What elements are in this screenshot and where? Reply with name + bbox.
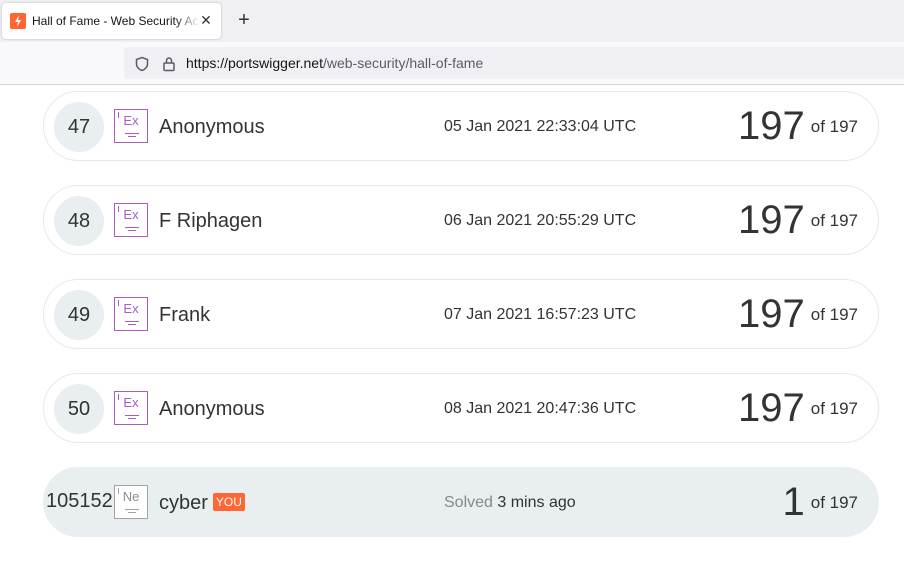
user-name: cyber YOU bbox=[159, 492, 245, 515]
total-count: of 197 bbox=[810, 398, 858, 418]
lock-icon[interactable] bbox=[161, 56, 177, 72]
tab-bar: Hall of Fame - Web Security Academy ✕ + bbox=[0, 0, 904, 42]
url-path: /web-security/hall-of-fame bbox=[322, 55, 484, 71]
solved-label: Solved bbox=[444, 494, 493, 511]
expert-badge-icon: Ex bbox=[114, 297, 148, 331]
rank-number: 105152 bbox=[46, 490, 113, 512]
leaderboard-row: 48 Ex F Riphagen 06 Jan 2021 20:55:29 UT… bbox=[43, 185, 879, 255]
score: 197 of 197 bbox=[738, 104, 858, 149]
user-name: Anonymous bbox=[159, 398, 265, 420]
leaderboard-row: 49 Ex Frank 07 Jan 2021 16:57:23 UTC 197… bbox=[43, 279, 879, 349]
total-count: of 197 bbox=[810, 116, 858, 136]
you-badge: YOU bbox=[212, 493, 245, 511]
user-name: Frank bbox=[159, 304, 211, 326]
close-icon[interactable]: ✕ bbox=[199, 13, 213, 27]
leaderboard-row: 47 Ex Anonymous 05 Jan 2021 22:33:04 UTC… bbox=[43, 91, 879, 161]
url-text[interactable]: https://portswigger.net/web-security/hal… bbox=[186, 55, 483, 71]
user-name: Anonymous bbox=[159, 116, 265, 138]
expert-badge-icon: Ex bbox=[114, 109, 148, 143]
completion-date: 07 Jan 2021 16:57:23 UTC bbox=[444, 306, 637, 323]
total-count: of 197 bbox=[810, 492, 858, 512]
solved-status: Solved 3 mins ago bbox=[444, 494, 576, 512]
expert-badge-icon: Ex bbox=[114, 203, 148, 237]
completion-date: 06 Jan 2021 20:55:29 UTC bbox=[444, 212, 637, 229]
expert-badge-icon: Ex bbox=[114, 391, 148, 425]
completion-date: 08 Jan 2021 20:47:36 UTC bbox=[444, 400, 637, 417]
newcomer-badge-icon: Ne bbox=[114, 485, 148, 519]
plus-icon[interactable]: + bbox=[234, 10, 254, 30]
shield-icon[interactable] bbox=[134, 56, 150, 72]
score: 197 of 197 bbox=[738, 292, 858, 337]
score: 197 of 197 bbox=[738, 198, 858, 243]
total-count: of 197 bbox=[810, 304, 858, 324]
rank-number: 49 bbox=[54, 290, 104, 340]
nav-bar: https://portswigger.net/web-security/hal… bbox=[0, 42, 904, 85]
tab-title: Hall of Fame - Web Security Academy bbox=[32, 14, 200, 28]
url-bar[interactable]: https://portswigger.net/web-security/hal… bbox=[124, 47, 904, 79]
completion-date: 05 Jan 2021 22:33:04 UTC bbox=[444, 118, 637, 135]
rank-number: 48 bbox=[54, 196, 104, 246]
current-user-row: 105152 Ne cyber YOU Solved 3 mins ago 1 of… bbox=[43, 467, 879, 537]
solved-count: 1 bbox=[782, 480, 805, 524]
solved-count: 197 bbox=[737, 198, 805, 242]
rank-number: 47 bbox=[54, 102, 104, 152]
score: 197 of 197 bbox=[738, 386, 858, 431]
solved-count: 197 bbox=[737, 386, 805, 430]
favicon-icon bbox=[10, 13, 26, 29]
browser-tab[interactable]: Hall of Fame - Web Security Academy ✕ bbox=[2, 3, 221, 39]
solved-count: 197 bbox=[737, 104, 805, 148]
leaderboard-row: 50 Ex Anonymous 08 Jan 2021 20:47:36 UTC… bbox=[43, 373, 879, 443]
solved-count: 197 bbox=[737, 292, 805, 336]
user-name: F Riphagen bbox=[159, 210, 263, 232]
user-name-text: cyber bbox=[159, 492, 208, 514]
total-count: of 197 bbox=[810, 210, 858, 230]
score: 1 of 197 bbox=[782, 480, 858, 525]
rank-number: 50 bbox=[54, 384, 104, 434]
url-host: https://portswigger.net bbox=[186, 55, 323, 71]
solved-time: 3 mins ago bbox=[497, 494, 576, 511]
